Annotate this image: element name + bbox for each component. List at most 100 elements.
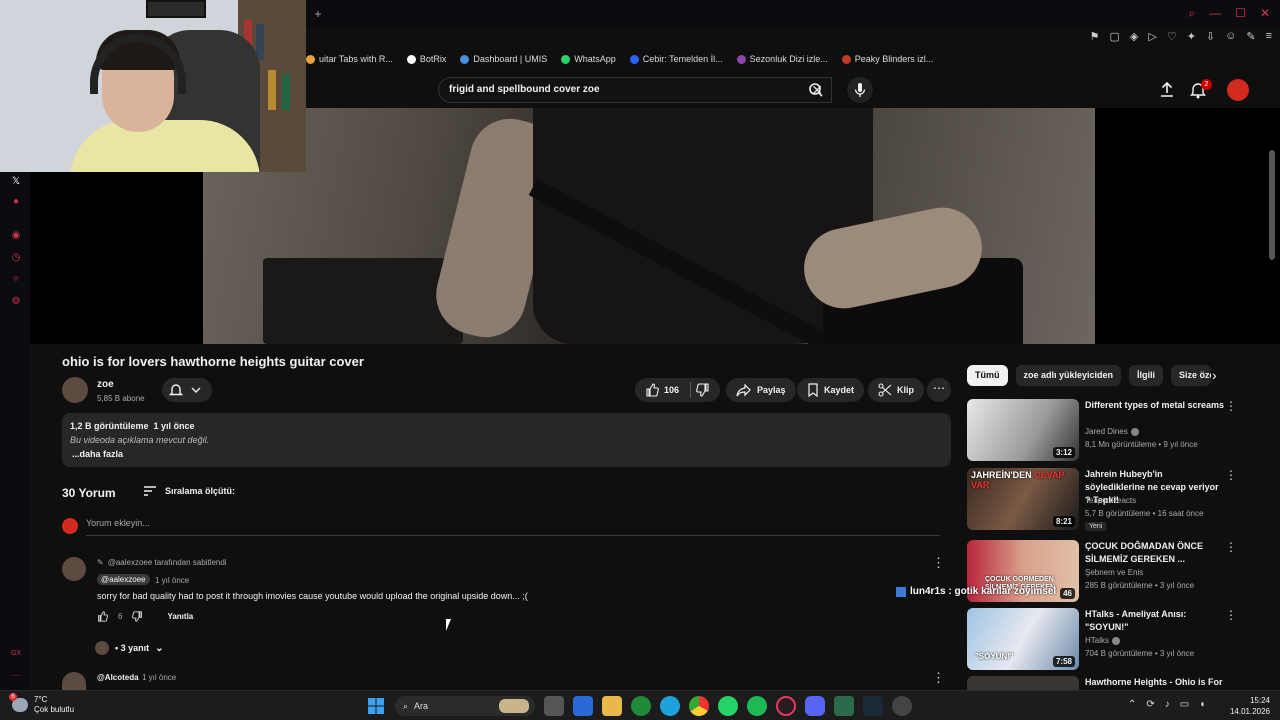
close-window-button[interactable]: ✕ <box>1260 6 1270 21</box>
account-avatar[interactable] <box>1227 79 1249 101</box>
reply-button[interactable]: Yanıtla <box>167 612 193 621</box>
task-view-icon[interactable] <box>544 696 564 716</box>
description-box[interactable]: 1,2 B görüntüleme 1 yıl önce Bu videoda … <box>62 413 951 467</box>
extensions-sidebar-icon[interactable]: ✧ <box>10 274 22 286</box>
bookmark-icon[interactable]: ⚑ <box>1090 30 1100 43</box>
upload-icon[interactable] <box>1159 81 1175 99</box>
comment-menu-icon[interactable]: ⋮ <box>932 555 945 571</box>
bookmark-favicon-icon <box>629 54 639 64</box>
twitch-icon[interactable]: ● <box>10 196 22 208</box>
chevron-up-icon[interactable]: ⌃ <box>1128 699 1136 710</box>
thumbs-down-icon[interactable] <box>696 383 710 397</box>
spotify-icon[interactable] <box>747 696 767 716</box>
comment-menu-icon[interactable]: ⋮ <box>932 670 945 686</box>
more-actions-button[interactable]: ⋯ <box>927 378 951 402</box>
new-tab-button[interactable]: + <box>310 6 326 22</box>
clip-button[interactable]: Klip <box>868 378 924 402</box>
comment-time[interactable]: 1 yıl önce <box>142 673 176 682</box>
chip-from-uploader[interactable]: zoe adlı yükleyiciden <box>1015 365 1122 386</box>
windows-start-icon[interactable] <box>366 696 386 716</box>
bookmark-item[interactable]: WhatsApp <box>561 54 616 64</box>
add-comment-input[interactable]: Yorum ekleyin... <box>86 518 940 536</box>
download-icon[interactable]: ⇩ <box>1206 30 1215 43</box>
chip-all[interactable]: Tümü <box>967 365 1008 386</box>
search-button[interactable] <box>800 77 832 103</box>
more-options-icon[interactable]: ⋮ <box>1225 540 1237 554</box>
microphone-icon[interactable]: ♪ <box>1165 699 1170 710</box>
history-icon[interactable]: ◷ <box>10 252 22 264</box>
share-button[interactable]: Paylaş <box>726 378 796 402</box>
volume-icon[interactable]: ◖ <box>1199 699 1205 710</box>
comment-dislike-icon[interactable] <box>132 611 143 622</box>
comment-like-icon[interactable] <box>97 611 108 622</box>
profile-icon[interactable]: ☺ <box>1225 30 1236 43</box>
opera-gx-icon[interactable] <box>776 696 796 716</box>
settings-app-icon[interactable] <box>892 696 912 716</box>
sync-icon[interactable]: ⟳ <box>1146 699 1154 710</box>
recommended-video[interactable]: Hawthorne Heights - Ohio is For <box>967 676 1267 690</box>
comment-time[interactable]: 1 yıl önce <box>155 576 189 585</box>
more-options-icon[interactable]: ⋮ <box>1225 608 1237 622</box>
commenter-avatar[interactable] <box>62 672 86 690</box>
channel-label: HTalks <box>1085 636 1110 645</box>
bookmark-item[interactable]: Cebir: Temelden İl... <box>629 54 723 64</box>
snapshot-icon[interactable]: ▢ <box>1109 30 1119 43</box>
play-icon[interactable]: ▷ <box>1148 30 1156 43</box>
bookmark-item[interactable]: Dashboard | UMIS <box>460 54 547 64</box>
steam-icon[interactable] <box>863 696 883 716</box>
voice-search-button[interactable] <box>847 77 873 103</box>
heart-icon[interactable]: ♡ <box>1167 30 1177 43</box>
minimize-button[interactable]: — <box>1209 6 1221 21</box>
weather-widget[interactable]: 6 7°C Çok bulutlu <box>9 693 74 715</box>
display-icon[interactable]: ▭ <box>1180 699 1189 710</box>
show-replies-button[interactable]: • 3 yanıt ⌄ <box>95 641 164 655</box>
ai-icon[interactable]: ✎ <box>1246 30 1255 43</box>
comment-author[interactable]: @aalexzoee <box>97 574 150 585</box>
file-explorer-icon[interactable] <box>602 696 622 716</box>
page-scrollbar[interactable] <box>1269 150 1275 260</box>
search-tabs-icon[interactable]: ⌕ <box>1188 6 1195 21</box>
clock[interactable]: 15:24 14.01.2026 <box>1228 695 1270 717</box>
xbox-icon[interactable] <box>631 696 651 716</box>
commenter-avatar[interactable] <box>62 557 86 581</box>
x-twitter-icon[interactable]: 𝕏 <box>10 176 22 188</box>
save-button[interactable]: Kaydet <box>797 378 865 402</box>
subscribed-notifications-button[interactable] <box>162 378 212 402</box>
comment-author[interactable]: @Alcoteda <box>97 673 139 682</box>
more-options-icon[interactable]: ⋮ <box>1225 468 1237 482</box>
bookmark-item[interactable]: Sezonluk Dizi izle... <box>736 54 828 64</box>
video-frame <box>203 108 1095 344</box>
recommended-video[interactable]: JAHREİN'DEN CEVAP VAR 8:21 Jahrein Hubey… <box>967 468 1267 531</box>
app-icon[interactable] <box>834 696 854 716</box>
taskbar-search[interactable]: ⌕ Ara <box>395 696 535 716</box>
search-input[interactable]: frigid and spellbound cover zoe ✕ <box>438 77 832 103</box>
sort-comments-button[interactable]: Sıralama ölçütü: <box>143 485 235 497</box>
bookmark-item[interactable]: BotRix <box>406 54 446 64</box>
menu-icon[interactable]: ≡ <box>1266 30 1272 43</box>
chip-for-you[interactable]: Size öze <box>1171 365 1212 386</box>
show-more-link[interactable]: ...daha fazla <box>72 449 123 459</box>
channel-avatar[interactable] <box>62 377 88 403</box>
settings-icon[interactable]: ⚙ <box>10 296 22 308</box>
maximize-button[interactable]: ☐ <box>1235 6 1246 21</box>
bookmark-item[interactable]: Peaky Blinders izl... <box>841 54 933 64</box>
edge-icon[interactable] <box>660 696 680 716</box>
chevron-right-icon[interactable]: › <box>1212 367 1217 383</box>
player-icon[interactable]: ◉ <box>10 230 22 242</box>
more-icon[interactable]: … <box>10 668 22 680</box>
recommended-video[interactable]: 3:12 Different types of metal screams Ja… <box>967 399 1267 461</box>
bookmark-item[interactable]: uitar Tabs with R... <box>306 54 393 64</box>
extensions-icon[interactable]: ✦ <box>1187 30 1196 43</box>
like-button[interactable]: 106 <box>635 378 721 402</box>
store-icon[interactable] <box>573 696 593 716</box>
more-options-icon[interactable]: ⋮ <box>1225 399 1237 413</box>
shield-icon[interactable]: ◈ <box>1130 30 1138 43</box>
channel-name[interactable]: zoe <box>97 379 114 390</box>
search-icon <box>809 83 823 97</box>
recommended-video[interactable]: "SOYUN!" 7:58 HTalks - Ameliyat Anısı: "… <box>967 608 1267 670</box>
chrome-icon[interactable] <box>689 696 709 716</box>
chip-related[interactable]: İlgili <box>1129 365 1164 386</box>
gx-corner-icon[interactable]: GX <box>10 648 22 660</box>
whatsapp-icon[interactable] <box>718 696 738 716</box>
discord-icon[interactable] <box>805 696 825 716</box>
